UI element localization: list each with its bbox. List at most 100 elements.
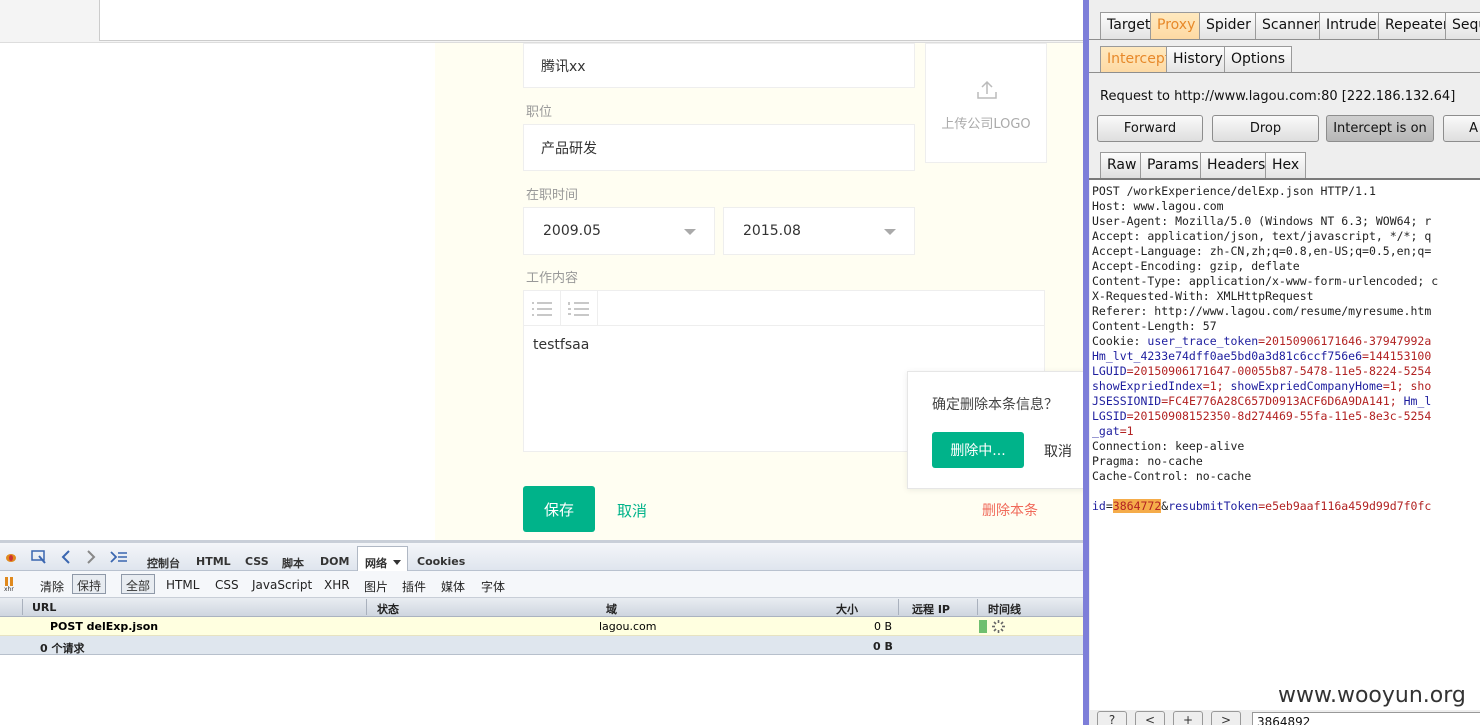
tab-hex[interactable]: Hex bbox=[1265, 152, 1307, 179]
inspect-icon[interactable] bbox=[30, 549, 48, 565]
raw-line: Cache-Control: no-cache bbox=[1092, 469, 1252, 483]
intercept-toggle-button[interactable]: Intercept is on bbox=[1326, 115, 1434, 142]
filter-plugins[interactable]: 插件 bbox=[402, 578, 426, 595]
add-button[interactable]: + bbox=[1173, 711, 1203, 725]
page-top-box bbox=[99, 0, 1083, 41]
search-input[interactable]: 3864892 bbox=[1252, 712, 1480, 725]
cookie-key: showExpriedCompanyHome bbox=[1230, 379, 1383, 393]
company-name-input[interactable]: 腾讯xx bbox=[523, 43, 915, 88]
xhr-pause-icon[interactable]: xhr bbox=[3, 576, 19, 592]
numbered-list-button[interactable] bbox=[561, 291, 598, 326]
tab-headers[interactable]: Headers bbox=[1200, 152, 1273, 179]
tab-options[interactable]: Options bbox=[1224, 46, 1293, 73]
upload-logo-button[interactable]: 上传公司LOGO bbox=[925, 43, 1047, 163]
cookie-value: =144153100 bbox=[1362, 349, 1432, 363]
tab-proxy[interactable]: Proxy bbox=[1150, 12, 1203, 39]
tab-dom[interactable]: DOM bbox=[320, 555, 349, 568]
tenure-label: 在职时间 bbox=[526, 188, 579, 203]
deleting-button[interactable]: 删除中... bbox=[932, 432, 1024, 468]
next-match-button[interactable]: > bbox=[1211, 711, 1241, 725]
tab-history[interactable]: History bbox=[1166, 46, 1230, 73]
help-button[interactable]: ? bbox=[1097, 711, 1127, 725]
net-request-row[interactable]: POST delExp.json lagou.com 0 B bbox=[0, 617, 1083, 636]
bullet-list-button[interactable] bbox=[524, 291, 561, 326]
tab-console[interactable]: 控制台 bbox=[147, 555, 180, 571]
tab-network-label: 网络 bbox=[365, 557, 387, 570]
raw-line: Connection: keep-alive bbox=[1092, 439, 1245, 453]
editor-toolbar bbox=[524, 291, 1044, 326]
chevron-down-icon bbox=[393, 560, 401, 565]
popover-cancel-button[interactable]: 取消 bbox=[1044, 441, 1072, 461]
tab-cookies[interactable]: Cookies bbox=[417, 555, 465, 568]
tab-css[interactable]: CSS bbox=[245, 555, 269, 568]
persist-button[interactable]: 保持 bbox=[72, 574, 107, 594]
tab-repeater[interactable]: Repeater bbox=[1378, 12, 1456, 39]
forward-arrow-icon[interactable] bbox=[85, 550, 97, 564]
filter-images[interactable]: 图片 bbox=[364, 578, 388, 595]
raw-cookie-line: LGUID=20150906171647-00055b87-5478-11e5-… bbox=[1092, 364, 1431, 378]
column-timeline[interactable]: 时间线 bbox=[988, 601, 1021, 617]
cookie-key: showExpriedIndex bbox=[1092, 379, 1203, 393]
raw-cookie-line: showExpriedIndex=1; showExpriedCompanyHo… bbox=[1092, 379, 1431, 393]
request-domain: lagou.com bbox=[599, 620, 657, 633]
tab-scanner[interactable]: Scanner bbox=[1255, 12, 1327, 39]
command-line-icon[interactable] bbox=[110, 551, 128, 563]
column-domain[interactable]: 域 bbox=[606, 601, 617, 617]
firebug-icon[interactable] bbox=[3, 550, 19, 564]
filter-all[interactable]: 全部 bbox=[121, 574, 156, 594]
chevron-down-icon bbox=[884, 229, 896, 235]
filter-media[interactable]: 媒体 bbox=[441, 578, 465, 595]
burp-suite-panel: Target Proxy Spider Scanner Intruder Rep… bbox=[1083, 0, 1480, 725]
drop-button[interactable]: Drop bbox=[1212, 115, 1319, 142]
cookie-value: =1; sho bbox=[1382, 379, 1432, 393]
tab-params[interactable]: Params bbox=[1140, 152, 1206, 179]
column-status[interactable]: 状态 bbox=[377, 601, 399, 617]
raw-cookie-line: LGSID=20150908152350-8d274469-55fa-11e5-… bbox=[1092, 409, 1431, 423]
tab-html[interactable]: HTML bbox=[196, 555, 231, 568]
filter-css[interactable]: CSS bbox=[215, 578, 239, 592]
delete-entry-link[interactable]: 删除本条 bbox=[982, 500, 1038, 520]
filter-html[interactable]: HTML bbox=[166, 578, 199, 592]
raw-line: Content-Type: application/x-www-form-url… bbox=[1092, 274, 1439, 288]
cancel-link[interactable]: 取消 bbox=[617, 500, 647, 521]
filter-javascript[interactable]: JavaScript bbox=[252, 578, 312, 592]
tab-network[interactable]: 网络 bbox=[357, 546, 408, 573]
forward-button[interactable]: Forward bbox=[1097, 115, 1203, 142]
request-count: 0 个请求 bbox=[40, 642, 85, 655]
column-remote-ip[interactable]: 远程 IP bbox=[912, 601, 950, 617]
start-date-select[interactable]: 2009.05 bbox=[523, 207, 715, 255]
request-url: POST delExp.json bbox=[50, 620, 159, 633]
filter-xhr[interactable]: XHR bbox=[324, 578, 350, 592]
raw-line: Accept-Language: zh-CN,zh;q=0.8,en-US;q=… bbox=[1092, 244, 1432, 258]
back-arrow-icon[interactable] bbox=[60, 550, 72, 564]
cookie-key: JSESSIONID bbox=[1092, 394, 1162, 408]
firebug-panel: 控制台 HTML CSS 脚本 DOM 网络 Cookies xhr 清除 保持… bbox=[0, 540, 1083, 725]
watermark: www.wooyun.org bbox=[1278, 683, 1466, 708]
tab-sequencer[interactable]: Sequ bbox=[1445, 12, 1480, 39]
filter-fonts[interactable]: 字体 bbox=[481, 578, 505, 595]
raw-body-line: id=3864772&resubmitToken=e5eb9aaf116a459… bbox=[1092, 499, 1431, 513]
previous-match-button[interactable]: < bbox=[1135, 711, 1165, 725]
tab-spider[interactable]: Spider bbox=[1199, 12, 1258, 39]
cookie-key: user_trace_token bbox=[1147, 334, 1259, 348]
save-button[interactable]: 保存 bbox=[523, 486, 595, 532]
clear-button[interactable]: 清除 bbox=[40, 578, 64, 595]
end-date-select[interactable]: 2015.08 bbox=[723, 207, 915, 255]
column-url[interactable]: URL bbox=[32, 601, 56, 614]
cookie-key: Hm_l bbox=[1403, 394, 1432, 408]
column-separator bbox=[977, 599, 978, 615]
action-button[interactable]: A bbox=[1443, 115, 1480, 142]
raw-request-editor[interactable]: POST /workExperience/delExp.json HTTP/1.… bbox=[1090, 180, 1480, 710]
request-target: Request to http://www.lagou.com:80 [222.… bbox=[1100, 89, 1456, 104]
request-size: 0 B bbox=[874, 620, 893, 633]
param-key: id bbox=[1092, 499, 1106, 513]
column-size[interactable]: 大小 bbox=[836, 601, 858, 617]
column-separator bbox=[366, 599, 367, 615]
tab-raw[interactable]: Raw bbox=[1100, 152, 1144, 179]
position-label: 职位 bbox=[526, 105, 553, 120]
position-input[interactable]: 产品研发 bbox=[523, 124, 915, 171]
cookie-key: LGUID bbox=[1092, 364, 1127, 378]
tab-script[interactable]: 脚本 bbox=[282, 555, 304, 571]
position-value: 产品研发 bbox=[541, 140, 597, 157]
tab-target[interactable]: Target bbox=[1100, 12, 1158, 39]
